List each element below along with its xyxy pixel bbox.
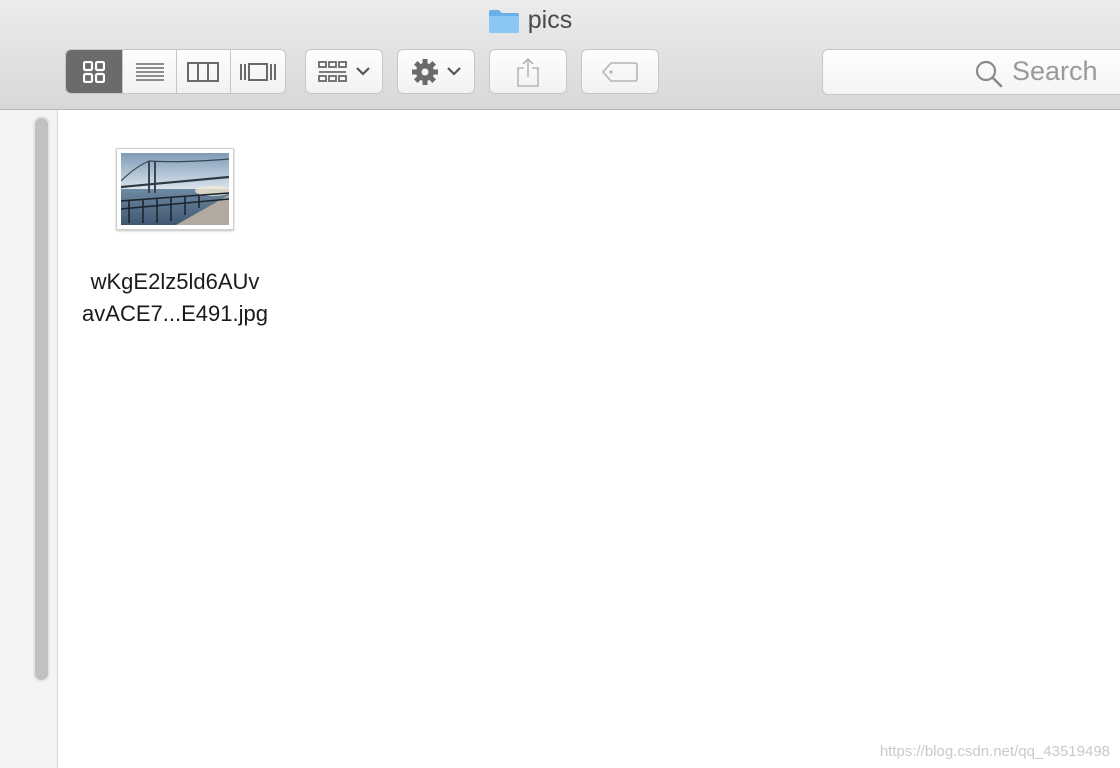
view-mode-segmented-control bbox=[65, 49, 286, 94]
file-name-line-2: avACE7...E491.jpg bbox=[82, 301, 268, 326]
tags-button[interactable] bbox=[581, 49, 659, 94]
file-name-line-1: wKgE2lz5ld6AUv bbox=[90, 269, 260, 294]
sidebar bbox=[0, 110, 58, 768]
column-view-icon bbox=[187, 61, 220, 82]
file-name[interactable]: wKgE2lz5ld6AUv avACE7...E491.jpg bbox=[72, 266, 278, 330]
search-icon bbox=[975, 60, 1003, 88]
action-button[interactable] bbox=[397, 49, 475, 94]
window-title-text: pics bbox=[527, 6, 573, 34]
share-icon bbox=[517, 57, 539, 87]
file-browser-area: wKgE2lz5ld6AUv avACE7...E491.jpg bbox=[58, 110, 1120, 768]
chevron-down-icon bbox=[447, 67, 461, 76]
grid-group-icon bbox=[318, 60, 347, 82]
list-view-button[interactable] bbox=[123, 50, 177, 93]
search-placeholder: Search bbox=[1012, 56, 1098, 86]
column-view-button[interactable] bbox=[177, 50, 231, 93]
gear-icon bbox=[412, 58, 438, 85]
icon-view-button[interactable] bbox=[66, 50, 124, 93]
window-title: pics bbox=[0, 6, 1060, 35]
cover-flow-view-button[interactable] bbox=[231, 50, 285, 93]
group-by-button[interactable] bbox=[305, 49, 383, 94]
chevron-down-icon bbox=[356, 67, 370, 76]
tag-icon bbox=[602, 61, 638, 82]
folder-icon bbox=[488, 9, 519, 33]
icon-view-icon bbox=[83, 60, 106, 83]
file-item[interactable]: wKgE2lz5ld6AUv avACE7...E491.jpg bbox=[76, 146, 276, 336]
bridge-photo-icon bbox=[121, 153, 229, 225]
file-thumbnail[interactable] bbox=[116, 148, 234, 230]
list-view-icon bbox=[135, 62, 164, 81]
search-field[interactable]: Search bbox=[822, 49, 1120, 95]
cover-flow-icon bbox=[239, 62, 276, 81]
scrollbar-thumb[interactable] bbox=[35, 118, 48, 680]
share-button[interactable] bbox=[489, 49, 567, 94]
toolbar: pics Search bbox=[0, 0, 1120, 110]
watermark-text: https://blog.csdn.net/qq_43519498 bbox=[879, 743, 1110, 760]
